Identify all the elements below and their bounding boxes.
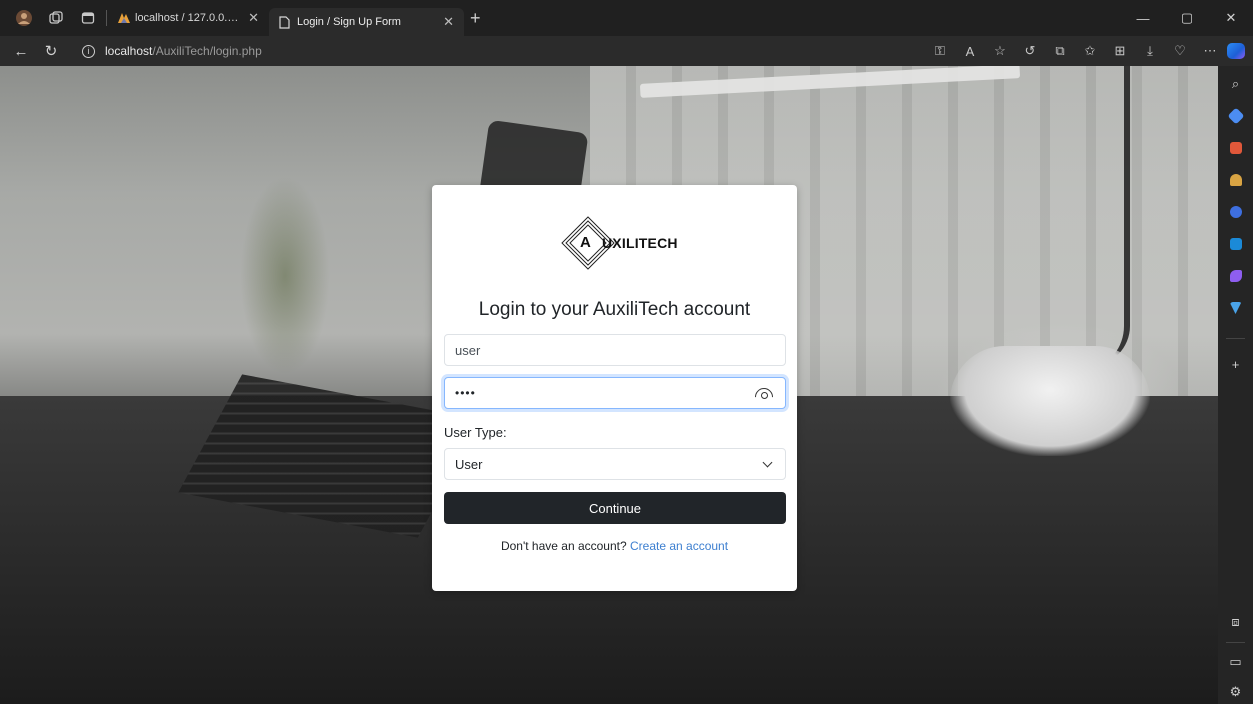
key-icon[interactable]: ⚿ bbox=[925, 36, 955, 66]
favorites-list-icon[interactable]: ✩ bbox=[1075, 36, 1105, 66]
sidebar-shopping-icon[interactable] bbox=[1218, 104, 1253, 128]
more-options-icon[interactable]: ⋯ bbox=[1195, 36, 1225, 66]
browser-sidebar: ⌕ + ⧈ ▭ ⚙ bbox=[1218, 66, 1253, 704]
favorite-star-icon[interactable]: ☆ bbox=[985, 36, 1015, 66]
logo-text: UXILITECH bbox=[602, 235, 678, 251]
profile-avatar-icon[interactable] bbox=[10, 4, 38, 32]
minimize-icon[interactable]: — bbox=[1121, 0, 1165, 36]
phpmyadmin-favicon-icon bbox=[117, 12, 130, 24]
downloads-icon[interactable]: ⤓ bbox=[1135, 36, 1165, 66]
window-controls: — ▢ ✕ bbox=[1121, 0, 1253, 36]
password-value: •••• bbox=[455, 386, 476, 400]
refresh-page-icon[interactable]: ↺ bbox=[1015, 36, 1045, 66]
tab-close-icon[interactable]: ✕ bbox=[443, 14, 454, 30]
sidebar-add-icon[interactable]: + bbox=[1218, 352, 1253, 376]
url-field[interactable]: i localhost/AuxiliTech/login.php bbox=[82, 44, 262, 58]
tab-close-icon[interactable]: ✕ bbox=[248, 10, 259, 26]
sidebar-designer-icon[interactable] bbox=[1218, 264, 1253, 288]
tab-phpmyadmin[interactable]: localhost / 127.0.0.1 / auxilitech / ✕ bbox=[107, 4, 269, 32]
tab-title: Login / Sign Up Form bbox=[297, 16, 401, 28]
tab-login-form[interactable]: Login / Sign Up Form ✕ bbox=[269, 8, 464, 36]
address-bar: ← ↻ i localhost/AuxiliTech/login.php ⚿ A… bbox=[0, 36, 1253, 66]
background-controller bbox=[950, 346, 1150, 456]
user-type-selected: User bbox=[455, 456, 483, 472]
sidebar-screen-capture-icon[interactable]: ⧈ bbox=[1218, 610, 1253, 634]
sidebar-outlook-icon[interactable] bbox=[1218, 232, 1253, 256]
workspaces-icon[interactable] bbox=[42, 4, 70, 32]
page-favicon-icon bbox=[279, 16, 291, 29]
tab-strip: localhost / 127.0.0.1 / auxilitech / ✕ L… bbox=[0, 0, 1253, 36]
user-type-label: User Type: bbox=[444, 425, 507, 440]
split-screen-icon[interactable]: ⧉ bbox=[1045, 36, 1075, 66]
site-info-icon[interactable]: i bbox=[82, 44, 95, 58]
maximize-icon[interactable]: ▢ bbox=[1165, 0, 1209, 36]
sidebar-tools-icon[interactable] bbox=[1218, 136, 1253, 160]
continue-button[interactable]: Continue bbox=[444, 492, 786, 524]
copilot-icon[interactable] bbox=[1225, 36, 1247, 66]
background-plant bbox=[240, 176, 330, 376]
sidebar-drop-icon[interactable] bbox=[1218, 296, 1253, 320]
url-host: localhost bbox=[105, 44, 153, 58]
browser-essentials-icon[interactable]: ♡ bbox=[1165, 36, 1195, 66]
sidebar-games-icon[interactable] bbox=[1218, 168, 1253, 192]
chevron-down-icon bbox=[762, 457, 773, 467]
login-card: A UXILITECH Login to your AuxiliTech acc… bbox=[432, 185, 797, 591]
sidebar-hide-icon[interactable]: ▭ bbox=[1218, 650, 1253, 674]
tab-title: localhost / 127.0.0.1 / auxilitech / bbox=[135, 12, 242, 24]
username-input[interactable]: user bbox=[444, 334, 786, 366]
user-type-select[interactable]: User bbox=[444, 448, 786, 480]
background-cable bbox=[1070, 66, 1130, 366]
page-content: A UXILITECH Login to your AuxiliTech acc… bbox=[0, 66, 1218, 704]
sidebar-separator bbox=[1226, 338, 1245, 339]
tab-strip-left bbox=[0, 4, 107, 32]
sidebar-search-icon[interactable]: ⌕ bbox=[1218, 72, 1253, 96]
username-value: user bbox=[455, 342, 481, 358]
signup-prompt-text: Don't have an account? bbox=[500, 539, 627, 553]
create-account-link[interactable]: Create an account bbox=[630, 539, 728, 553]
login-heading: Login to your AuxiliTech account bbox=[478, 299, 751, 320]
url-path: /AuxiliTech/login.php bbox=[152, 44, 262, 58]
password-input[interactable]: •••• bbox=[444, 377, 786, 409]
sidebar-settings-icon[interactable]: ⚙ bbox=[1218, 680, 1253, 704]
sidebar-separator bbox=[1226, 642, 1245, 643]
tab-actions-icon[interactable] bbox=[74, 4, 102, 32]
browser-toolbar: ⚿ A ☆ ↺ ⧉ ✩ ⊞ ⤓ ♡ ⋯ bbox=[925, 36, 1253, 66]
eye-icon[interactable] bbox=[755, 387, 773, 399]
close-window-icon[interactable]: ✕ bbox=[1209, 0, 1253, 36]
collections-icon[interactable]: ⊞ bbox=[1105, 36, 1135, 66]
read-aloud-icon[interactable]: A bbox=[955, 36, 985, 66]
auxilitech-logo: A UXILITECH bbox=[560, 215, 678, 271]
logo-letter: A bbox=[580, 234, 591, 251]
back-arrow-icon[interactable]: ← bbox=[6, 36, 36, 66]
sidebar-microsoft365-icon[interactable] bbox=[1218, 200, 1253, 224]
new-tab-button[interactable]: + bbox=[470, 8, 481, 29]
refresh-icon[interactable]: ↻ bbox=[36, 36, 66, 66]
signup-prompt: Don't have an account? Create an account bbox=[432, 539, 797, 553]
